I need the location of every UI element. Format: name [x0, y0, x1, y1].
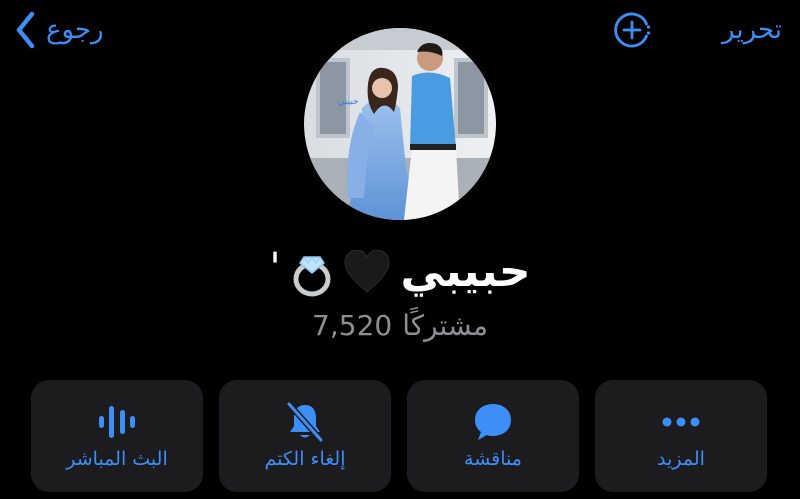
- add-story-button[interactable]: [612, 10, 652, 50]
- black-heart-icon: [344, 250, 390, 293]
- discussion-label: مناقشة: [464, 448, 522, 470]
- unmute-label: إلغاء الكتم: [264, 448, 346, 470]
- live-stream-button[interactable]: البث المباشر: [31, 380, 203, 492]
- channel-name: حبيبي ': [150, 240, 650, 304]
- back-label: رجوع: [46, 15, 104, 45]
- more-dots-icon: [662, 417, 700, 427]
- live-stream-label: البث المباشر: [66, 448, 168, 470]
- edit-button[interactable]: تحرير: [722, 10, 782, 50]
- subscribers-line: مشتركًا 7,520: [150, 303, 650, 347]
- discussion-button[interactable]: مناقشة: [407, 380, 579, 492]
- unmute-button[interactable]: إلغاء الكتم: [219, 380, 391, 492]
- subscribers-label: مشتركًا: [402, 308, 488, 342]
- avatar-photo: حبيبي: [304, 28, 496, 220]
- live-stream-icon: [99, 406, 135, 438]
- more-button[interactable]: المزيد: [595, 380, 767, 492]
- action-bar: البث المباشر إلغاء الكتم مناقشة المزيد: [31, 380, 769, 492]
- ring-icon: [293, 256, 331, 297]
- bell-slash-icon: [286, 402, 324, 442]
- channel-name-text: حبيبي: [400, 246, 531, 297]
- photo-caption: حبيبي: [337, 97, 358, 107]
- chat-bubble-icon: [475, 404, 511, 440]
- add-circle-icon: [614, 12, 651, 48]
- name-suffix: ': [269, 245, 281, 291]
- subscribers-count: 7,520: [312, 308, 393, 342]
- more-label: المزيد: [657, 448, 705, 470]
- chevron-left-icon: [16, 11, 35, 49]
- channel-avatar[interactable]: حبيبي: [304, 28, 496, 220]
- back-button[interactable]: رجوع: [14, 10, 104, 50]
